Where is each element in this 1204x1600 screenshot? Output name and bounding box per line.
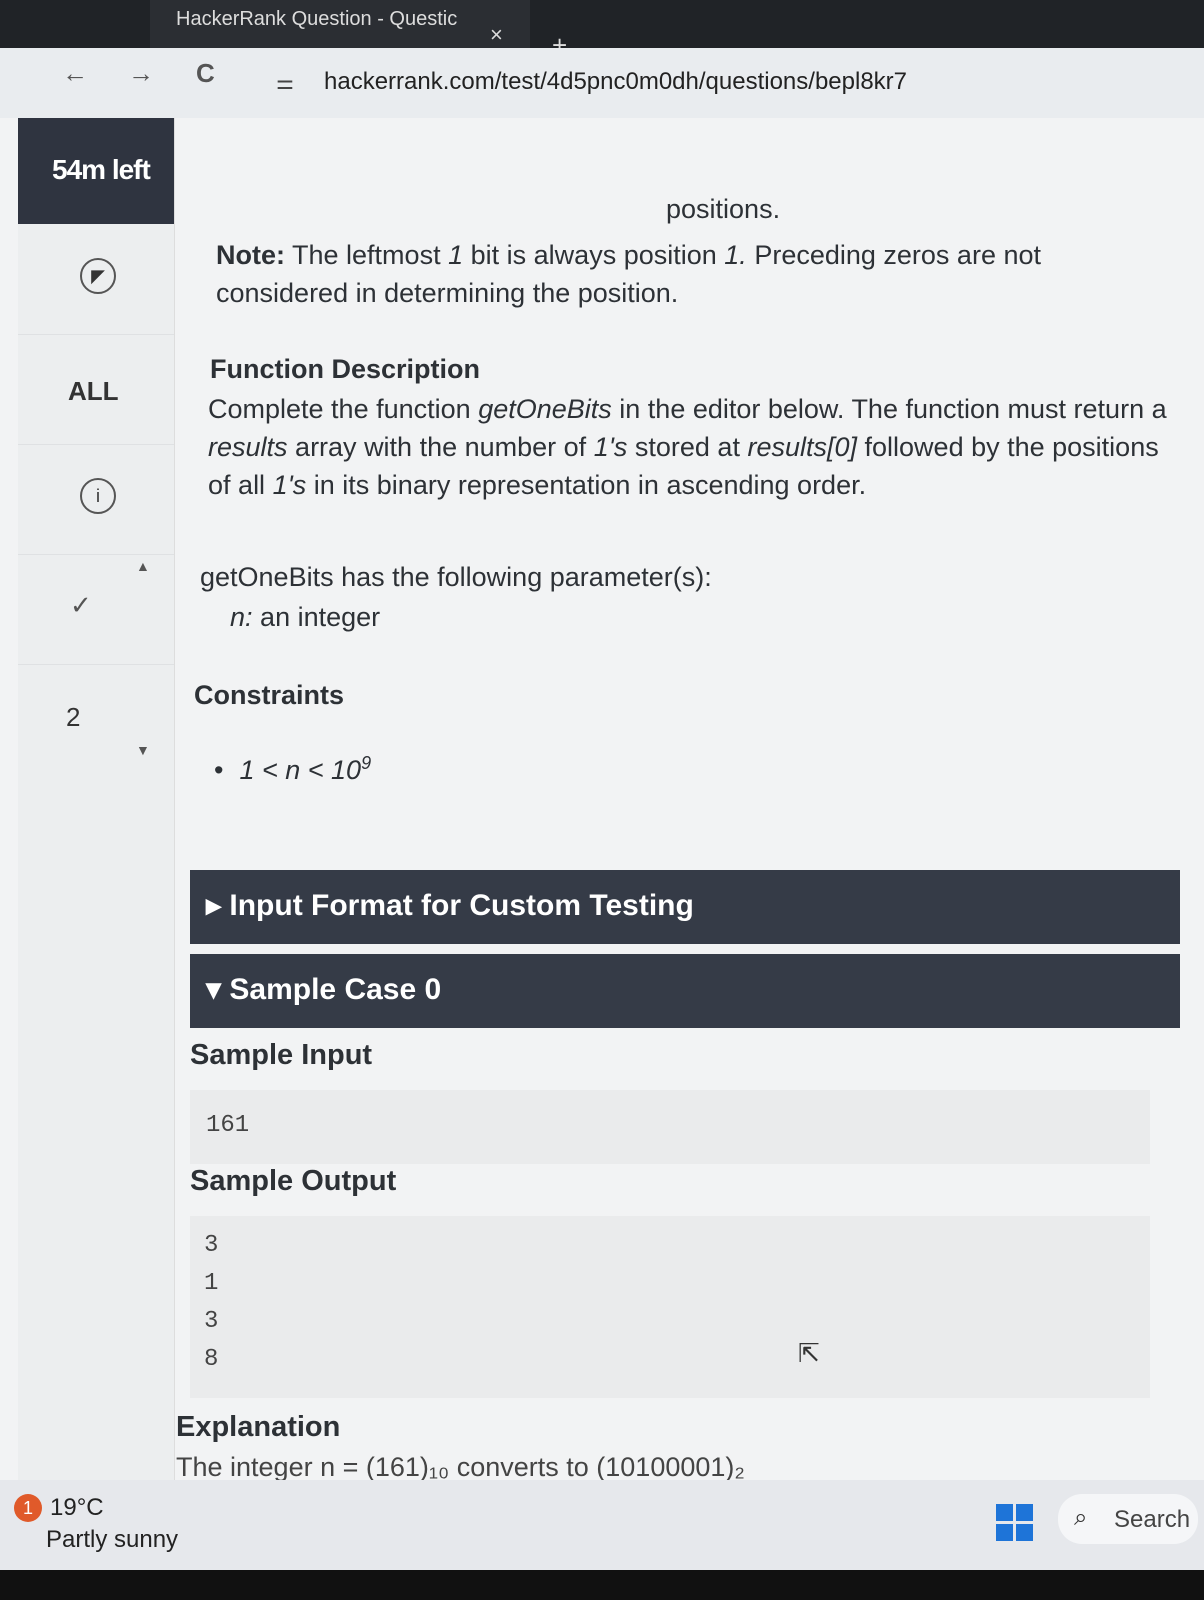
func-text: Complete the function — [208, 394, 471, 424]
note-paragraph: Note: The leftmost 1 bit is always posit… — [216, 236, 1176, 312]
input-format-toggle[interactable]: ▸ Input Format for Custom Testing — [190, 870, 1180, 944]
info-icon: i — [80, 478, 116, 514]
question-body: positions. Note: The leftmost 1 bit is a… — [176, 118, 1180, 1482]
question-sidebar: 54m left ◤ ALL i ▲ ✓ 2 ▼ — [18, 118, 175, 1480]
check-icon: ✓ — [70, 590, 92, 620]
close-tab-icon[interactable]: × — [490, 22, 503, 48]
function-description-heading: Function Description — [210, 354, 480, 384]
browser-toolbar: ← → C ⚌ hackerrank.com/test/4d5pnc0m0dh/… — [0, 48, 1204, 118]
note-text: determining the position. — [384, 278, 679, 308]
weather-notification-badge[interactable]: 1 — [14, 1494, 42, 1522]
taskbar-search[interactable]: ⌕ Search — [1058, 1494, 1198, 1544]
ones-word: 1's — [593, 432, 628, 462]
parameter-item: n: an integer — [230, 598, 380, 636]
func-text: array with the number of — [295, 432, 587, 462]
note-text: bit is always position — [470, 240, 717, 270]
note-label: Note: — [216, 240, 285, 270]
question-number: 2 — [66, 702, 81, 732]
output-line: 3 — [204, 1308, 219, 1335]
parameter-description: an integer — [260, 602, 381, 632]
sidebar-item-completed[interactable]: ▲ ✓ — [18, 554, 174, 665]
function-description-text: Complete the function getOneBits in the … — [208, 390, 1178, 504]
note-position: 1. — [724, 240, 747, 270]
positions-tail: positions. — [666, 194, 781, 224]
forward-arrow-icon[interactable]: → — [128, 58, 154, 89]
windows-start-icon[interactable] — [996, 1504, 1034, 1542]
url-text[interactable]: hackerrank.com/test/4d5pnc0m0dh/question… — [324, 68, 907, 96]
browser-tab-strip: HackerRank Question - Questic × + — [0, 0, 1204, 60]
site-info-icon[interactable]: ⚌ — [276, 70, 294, 95]
func-text: in its binary representation in ascendin… — [313, 470, 867, 500]
constraint-item: • 1 < n < 109 — [214, 744, 371, 789]
sidebar-item-all[interactable]: ALL — [18, 334, 174, 445]
sidebar-item-question-2[interactable]: 2 ▼ — [18, 664, 174, 774]
bottom-bezel — [0, 1570, 1204, 1600]
weather-temperature[interactable]: 19°C — [50, 1494, 104, 1522]
func-text: all — [238, 470, 266, 500]
input-format-label: ▸ Input Format for Custom Testing — [206, 889, 694, 922]
function-name: getOneBits — [478, 394, 612, 424]
ones-word: 1's — [272, 470, 307, 500]
reload-icon[interactable]: C — [196, 58, 215, 89]
sidebar-item-info[interactable]: i — [18, 444, 174, 555]
bullet: • — [214, 755, 224, 785]
sample-case-0-toggle[interactable]: ▾ Sample Case 0 — [190, 954, 1180, 1028]
back-arrow-icon[interactable]: ← — [62, 58, 88, 89]
browser-tab[interactable]: HackerRank Question - Questic × — [150, 0, 530, 48]
sample-output-box: 3 1 3 8 — [190, 1216, 1150, 1398]
results-word: results — [208, 432, 288, 462]
parameters-line: getOneBits has the following parameter(s… — [200, 562, 712, 592]
constraint-exponent: 9 — [361, 753, 372, 773]
weather-condition[interactable]: Partly sunny — [46, 1526, 178, 1554]
sample-input-heading: Sample Input — [190, 1039, 373, 1071]
results-zero: results[0] — [747, 432, 858, 462]
page-content: 54m left ◤ ALL i ▲ ✓ 2 ▼ positions. Note… — [0, 118, 1204, 1482]
scroll-up-icon[interactable]: ▲ — [136, 558, 150, 574]
constraints-heading: Constraints — [194, 680, 345, 710]
search-icon: ⌕ — [1074, 1504, 1088, 1531]
func-text: in the editor below. The function must r… — [619, 394, 1167, 424]
constraint-text: 1 < n < 10 — [239, 755, 362, 785]
sample-case-label: ▾ Sample Case 0 — [206, 973, 442, 1006]
search-label: Search — [1114, 1506, 1191, 1533]
timer-panel: 54m left — [18, 118, 174, 224]
sample-input-value: 161 — [206, 1112, 250, 1139]
explanation-heading: Explanation — [176, 1411, 341, 1443]
windows-taskbar: 1 19°C Partly sunny ⌕ Search — [0, 1480, 1204, 1570]
time-left: 54m left — [52, 154, 151, 185]
func-text: stored at — [634, 432, 740, 462]
note-one: 1 — [448, 240, 464, 270]
address-bar[interactable]: ⚌ hackerrank.com/test/4d5pnc0m0dh/questi… — [262, 58, 1182, 108]
note-text: The leftmost — [292, 240, 441, 270]
output-line: 1 — [204, 1270, 219, 1297]
sample-input-box: 161 — [190, 1090, 1150, 1164]
mouse-cursor-icon: ⇱ — [798, 1338, 820, 1368]
tab-title: HackerRank Question - Questic — [176, 8, 458, 30]
sidebar-all-label: ALL — [68, 376, 119, 406]
sidebar-logo-item[interactable]: ◤ — [18, 224, 174, 335]
sample-output-heading: Sample Output — [190, 1165, 397, 1197]
hackerrank-logo-icon: ◤ — [80, 258, 116, 294]
output-line: 8 — [204, 1346, 219, 1373]
output-line: 3 — [204, 1232, 219, 1259]
parameter-name: n: — [230, 602, 253, 632]
scroll-down-icon[interactable]: ▼ — [136, 742, 150, 758]
